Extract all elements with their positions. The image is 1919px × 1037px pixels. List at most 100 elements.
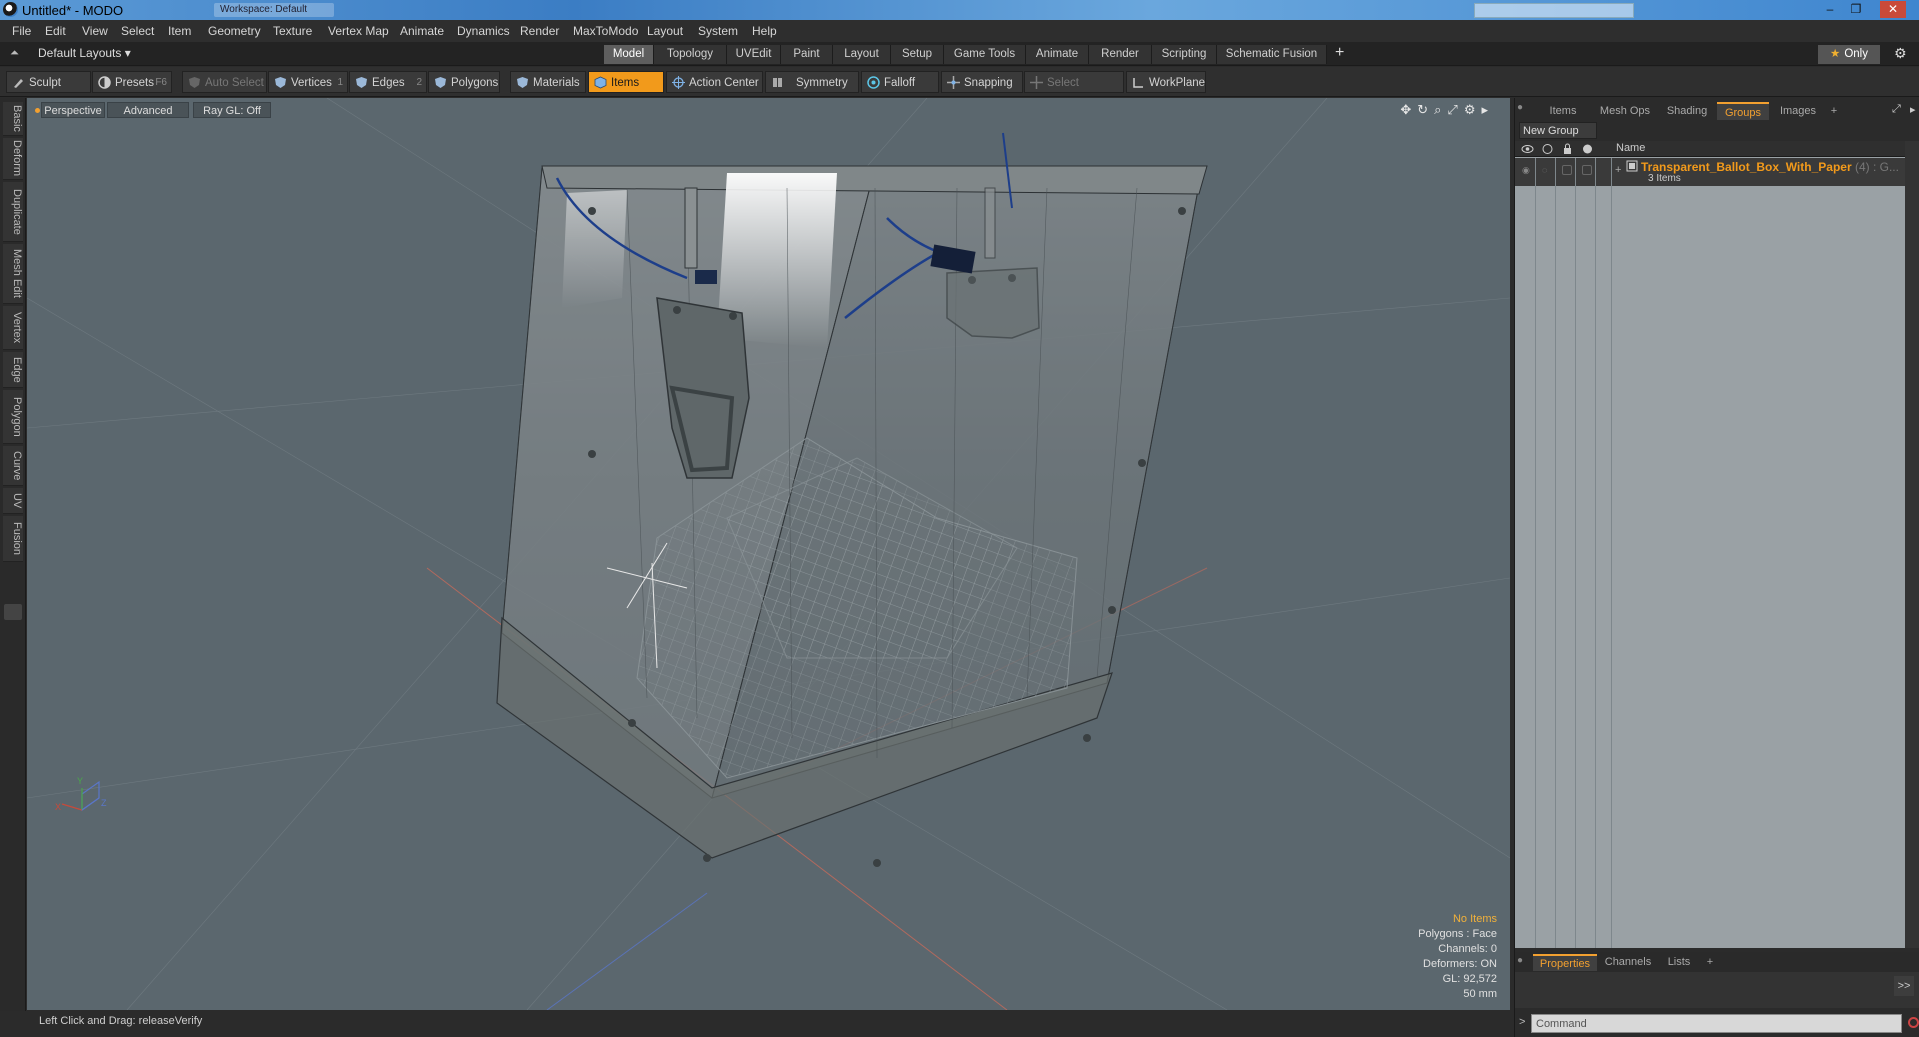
action-center-button[interactable]: Action Center [666,71,763,93]
help-search-input[interactable] [1474,3,1634,18]
tab-setup[interactable]: Setup [891,45,944,64]
tab-animate[interactable]: Animate [1026,45,1089,64]
lock-icon[interactable] [1561,143,1574,155]
maximize-icon[interactable]: ⤢ [1447,102,1463,117]
row-render-icon[interactable]: ◌ [1542,165,1552,175]
menu-dynamics[interactable]: Dynamics [457,24,510,38]
panel-dot-icon[interactable]: ● [1517,102,1523,113]
group-row[interactable]: ◉ ◌ + Transparent_Ballot_Box_With_Paper … [1515,158,1905,186]
viewport-more-icon[interactable]: ▸ [1481,102,1494,117]
menu-system[interactable]: System [698,24,738,38]
eye-icon[interactable] [1521,143,1534,155]
menu-help[interactable]: Help [752,24,777,38]
workspace-tab[interactable]: Workspace: Default [214,3,334,17]
menu-render[interactable]: Render [520,24,559,38]
tab-topology[interactable]: Topology [654,45,727,64]
row-lock-toggle[interactable] [1562,165,1572,175]
left-tab-vertex[interactable]: Vertex [3,306,23,350]
toolbox-toggle-button[interactable] [4,604,22,620]
workplane-button[interactable]: WorkPlane [1126,71,1206,93]
left-tab-polygon[interactable]: Polygon [3,390,23,444]
maximize-button[interactable]: ❐ [1843,1,1869,18]
view-mode-dropdown[interactable]: Perspective [41,102,105,118]
tab-channels[interactable]: Channels [1601,954,1655,971]
menu-geometry[interactable]: Geometry [208,24,261,38]
tab-shading[interactable]: Shading [1658,102,1716,120]
panel-expand-icon[interactable]: ⤢ [1892,103,1901,116]
select-icon[interactable] [1581,143,1594,155]
menu-maxtomodo[interactable]: MaxToModo [573,24,638,38]
materials-button[interactable]: Materials [510,71,586,93]
tab-scripting[interactable]: Scripting [1152,45,1217,64]
expand-button[interactable]: >> [1894,976,1914,996]
tab-properties[interactable]: Properties [1533,954,1597,971]
edges-button[interactable]: Edges 2 [349,71,427,93]
auto-select-button[interactable]: Auto Select [182,71,267,93]
left-tab-basic[interactable]: Basic [3,102,23,136]
tab-paint[interactable]: Paint [781,45,833,64]
select-through-button[interactable]: Select Through [1024,71,1124,111]
collapse-arrow-icon[interactable]: ⏶ [10,47,19,60]
minimize-button[interactable]: – [1817,1,1843,18]
presets-button[interactable]: Presets F6 [92,71,172,93]
tab-items[interactable]: Items [1535,102,1591,120]
add-properties-tab-button[interactable]: + [1703,954,1717,971]
only-toggle-button[interactable]: ★ Only [1818,45,1880,64]
polygons-button[interactable]: Polygons [428,71,500,93]
symmetry-button[interactable]: Symmetry [765,71,859,93]
vertices-button[interactable]: Vertices 1 [268,71,348,93]
left-tab-mesh-edit[interactable]: Mesh Edit [3,244,23,304]
add-panel-tab-button[interactable]: + [1827,102,1841,120]
groups-list[interactable]: Name ◉ ◌ + Transparent_Ballot_Box_With_P… [1515,141,1905,948]
row-eye-icon[interactable]: ◉ [1522,165,1532,175]
left-tab-uv[interactable]: UV [3,488,23,514]
menu-file[interactable]: File [12,24,31,38]
items-button[interactable]: Items [588,71,664,93]
tab-game-tools[interactable]: Game Tools [944,45,1026,64]
tab-uvedit[interactable]: UVEdit [727,45,781,64]
tab-model[interactable]: Model [604,45,654,64]
menu-item[interactable]: Item [168,24,191,38]
add-layout-tab-button[interactable]: + [1335,44,1344,62]
left-tab-deform[interactable]: Deform [3,138,23,180]
viewport-gear-icon[interactable]: ⚙ [1464,102,1482,117]
pan-icon[interactable]: ✥ [1400,102,1417,117]
left-tab-curve[interactable]: Curve [3,446,23,486]
3d-viewport[interactable]: X Y Z Perspective Advanced Ray GL: Off ✥… [27,98,1510,1010]
menu-view[interactable]: View [82,24,108,38]
row-select-toggle[interactable] [1582,165,1592,175]
left-tab-edge[interactable]: Edge [3,352,23,388]
rotate-icon[interactable]: ↻ [1417,102,1434,117]
gear-icon[interactable]: ⚙ [1894,45,1907,62]
sculpt-button[interactable]: Sculpt [6,71,91,93]
falloff-button[interactable]: Falloff [861,71,939,93]
default-layouts-dropdown[interactable]: Default Layouts ▾ [38,46,131,60]
snapping-button[interactable]: Snapping [941,71,1023,93]
groups-scrollbar[interactable] [1905,141,1919,948]
menu-layout[interactable]: Layout [647,24,683,38]
menu-texture[interactable]: Texture [273,24,312,38]
left-tab-fusion[interactable]: Fusion [3,516,23,562]
tab-images[interactable]: Images [1771,102,1825,120]
record-icon[interactable] [1908,1017,1919,1028]
tab-groups[interactable]: Groups [1717,102,1769,120]
expand-toggle-icon[interactable]: + [1615,164,1621,176]
menu-edit[interactable]: Edit [45,24,66,38]
close-button[interactable]: ✕ [1880,1,1906,18]
properties-dot-icon[interactable]: ● [1517,955,1523,966]
zoom-icon[interactable]: ⌕ [1434,102,1447,117]
tab-layout[interactable]: Layout [833,45,891,64]
viewport-options-dot[interactable] [35,108,40,113]
new-group-button[interactable]: New Group [1519,122,1597,139]
command-input[interactable]: Command [1531,1014,1902,1033]
menu-vertex-map[interactable]: Vertex Map [328,24,389,38]
tab-schematic-fusion[interactable]: Schematic Fusion [1217,45,1327,64]
tab-lists[interactable]: Lists [1657,954,1701,971]
menu-animate[interactable]: Animate [400,24,444,38]
render-icon[interactable] [1541,143,1554,155]
tab-mesh-ops[interactable]: Mesh Ops [1593,102,1657,120]
shading-dropdown[interactable]: Advanced [107,102,189,118]
panel-more-icon[interactable]: ▸ [1910,103,1916,116]
left-tab-duplicate[interactable]: Duplicate [3,182,23,242]
tab-render[interactable]: Render [1089,45,1152,64]
